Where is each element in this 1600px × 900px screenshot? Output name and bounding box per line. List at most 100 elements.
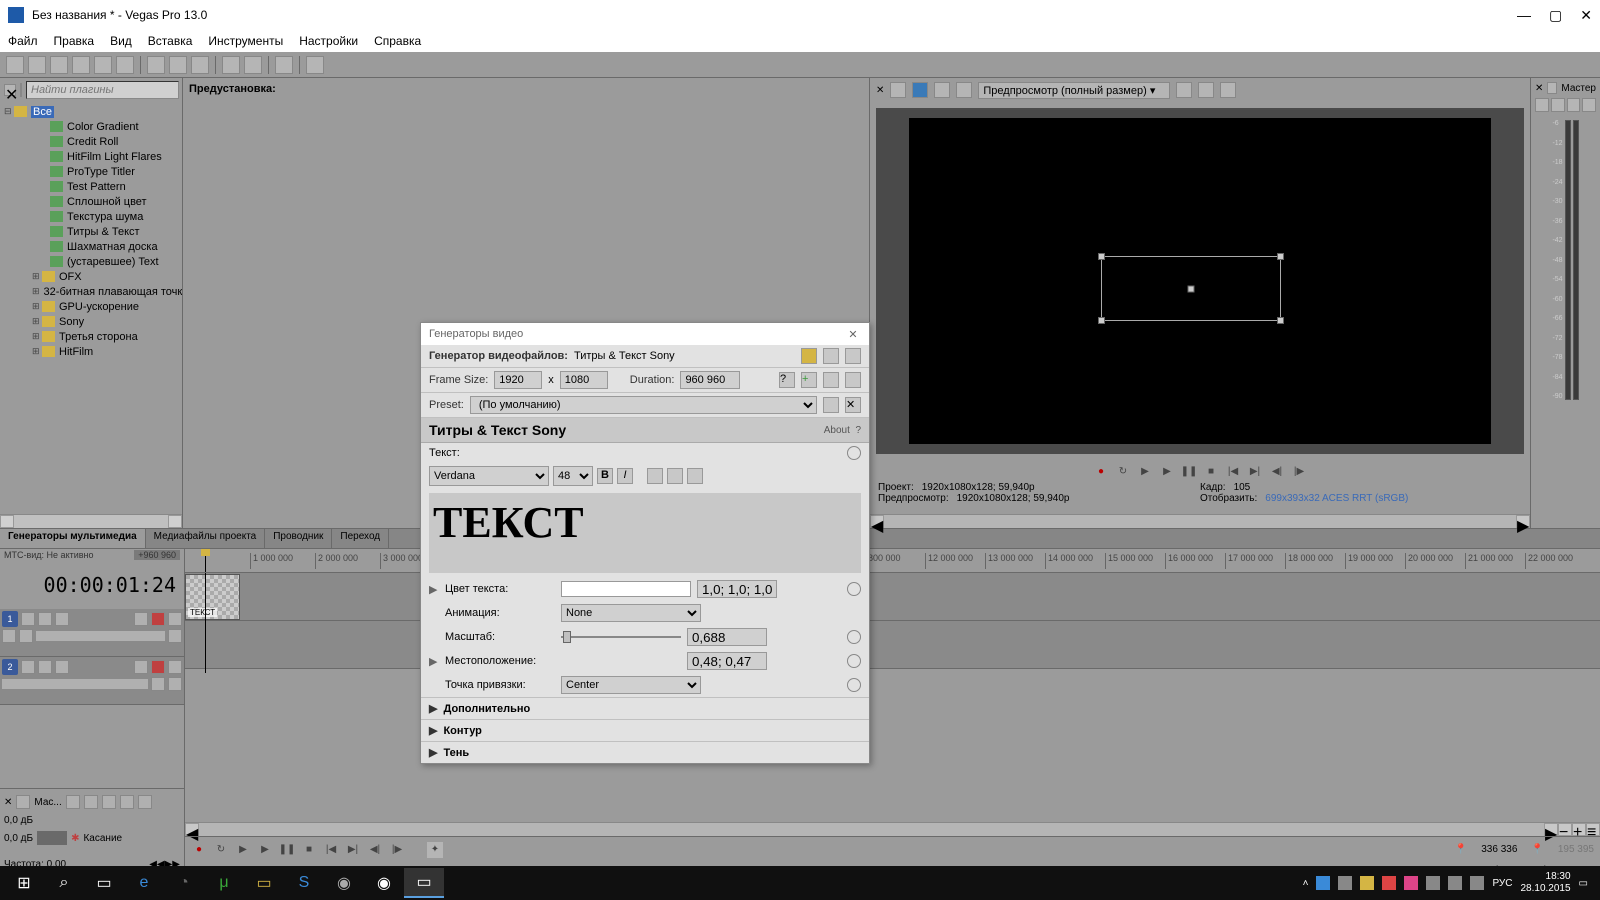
tree-fx-item[interactable]: HitFilm Light Flares (2, 149, 180, 164)
tree-fx-item[interactable]: ProType Titler (2, 164, 180, 179)
keyframe-icon[interactable] (801, 348, 817, 364)
mute-button[interactable] (151, 612, 165, 626)
go-end-button[interactable]: ▶| (1247, 463, 1263, 479)
pause-button[interactable]: ❚❚ (279, 842, 295, 858)
search-button[interactable]: ⌕ (44, 868, 84, 898)
mute-button[interactable] (151, 660, 165, 674)
tray-icon[interactable] (1404, 876, 1418, 890)
delete-icon[interactable]: ✕ (845, 397, 861, 413)
help-icon[interactable]: ? (779, 372, 795, 388)
preview-device-icon[interactable] (912, 82, 928, 98)
tree-folder[interactable]: ⊞Sony (2, 314, 180, 329)
preview-fx-icon[interactable] (956, 82, 972, 98)
mixer-btn[interactable] (120, 795, 134, 809)
mixer-btn[interactable] (138, 795, 152, 809)
textcolor-value[interactable] (697, 580, 777, 598)
master-btn-1[interactable] (1535, 98, 1549, 112)
close-panel-icon[interactable]: ✕ (4, 84, 16, 96)
menu-file[interactable]: Файл (8, 34, 38, 48)
tab-explorer[interactable]: Проводник (265, 529, 332, 548)
explorer-icon[interactable]: ▭ (244, 868, 284, 898)
network-icon[interactable] (1426, 876, 1440, 890)
expand-icon[interactable]: ▶ (429, 655, 439, 668)
align-right-button[interactable] (687, 468, 703, 484)
search-icon[interactable] (20, 83, 22, 97)
section-outline[interactable]: Контур (443, 725, 481, 737)
action-center-icon[interactable]: ▭ (1579, 878, 1588, 889)
volume-slider[interactable] (2, 679, 148, 689)
start-button[interactable]: ⊞ (4, 868, 44, 898)
track-automation-icon[interactable] (38, 612, 52, 626)
track-settings-icon[interactable] (168, 629, 182, 643)
time-ruler[interactable]: 1 000 000 2 000 000 3 000 000 000 800 00… (185, 549, 1600, 573)
track-bypass-icon[interactable] (55, 612, 69, 626)
keyframe-clock-icon[interactable] (847, 654, 861, 668)
composite-mode-icon[interactable] (2, 629, 16, 643)
horizontal-scrollbar[interactable] (0, 514, 182, 528)
loop-button[interactable]: ↻ (213, 842, 229, 858)
keyframe-clock-icon[interactable] (847, 446, 861, 460)
tree-fx-item[interactable]: Шахматная доска (2, 239, 180, 254)
tree-fx-item[interactable]: Титры & Текст (2, 224, 180, 239)
toolbar-btn-6[interactable] (116, 56, 134, 74)
video-track-header[interactable]: 1 (0, 609, 184, 657)
marker2-icon[interactable]: 📍 (1531, 844, 1543, 855)
edit-tool-button[interactable]: ✦ (427, 842, 443, 858)
taskview-button[interactable]: ▭ (84, 868, 124, 898)
skype-icon[interactable]: S (284, 868, 324, 898)
tab-transitions[interactable]: Переход (332, 529, 389, 548)
language-indicator[interactable]: РУС (1492, 878, 1512, 889)
split-screen-icon[interactable] (934, 82, 950, 98)
save-snapshot-icon[interactable] (1220, 82, 1236, 98)
audio-track-header[interactable]: 2 (0, 657, 184, 705)
notification-icon[interactable] (1470, 876, 1484, 890)
close-icon[interactable]: ✕ (4, 797, 12, 808)
align-center-button[interactable] (667, 468, 683, 484)
copy-button[interactable] (169, 56, 187, 74)
marker-icon[interactable]: 📍 (1455, 844, 1467, 855)
menu-settings[interactable]: Настройки (299, 34, 358, 48)
track-automation-icon[interactable] (38, 660, 52, 674)
play-start-button[interactable]: ▶ (235, 842, 251, 858)
overlays-icon[interactable] (1176, 82, 1192, 98)
track-fx-icon[interactable] (21, 612, 35, 626)
minimize-button[interactable]: — (1517, 7, 1531, 24)
volume-icon[interactable] (1448, 876, 1462, 890)
phase-icon[interactable] (151, 677, 165, 691)
stop-button[interactable]: ■ (1203, 463, 1219, 479)
tree-fx-item[interactable]: Сплошной цвет (2, 194, 180, 209)
tree-fx-item[interactable]: Color Gradient (2, 119, 180, 134)
new-button[interactable] (6, 56, 24, 74)
text-bounding-box[interactable] (1101, 256, 1281, 321)
pause-button[interactable]: ❚❚ (1181, 463, 1197, 479)
duration-input[interactable] (680, 371, 740, 389)
timecode[interactable]: 00:00:01:24 (0, 561, 184, 609)
next-frame-button[interactable]: |▶ (1291, 463, 1307, 479)
help-button[interactable] (306, 56, 324, 74)
play-button[interactable]: ▶ (257, 842, 273, 858)
maximize-button[interactable]: ▢ (1549, 7, 1562, 24)
text-clip[interactable]: ТЕКСТ (185, 574, 240, 620)
expand-icon[interactable]: ▶ (429, 583, 439, 596)
go-end-button[interactable]: ▶| (345, 842, 361, 858)
keyframe-clock-icon[interactable] (847, 630, 861, 644)
track-bypass-icon[interactable] (55, 660, 69, 674)
tray-icon[interactable] (1316, 876, 1330, 890)
utorrent-icon[interactable]: μ (204, 868, 244, 898)
tree-folder[interactable]: ⊞Третья сторона (2, 329, 180, 344)
textcolor-swatch[interactable] (561, 581, 691, 597)
tree-fx-item[interactable]: Текстура шума (2, 209, 180, 224)
go-start-button[interactable]: |◀ (1225, 463, 1241, 479)
menu-tools[interactable]: Инструменты (208, 34, 283, 48)
bold-button[interactable]: B (597, 468, 613, 484)
preview-scrollbar[interactable]: ◀▶ (870, 514, 1530, 528)
close-button[interactable]: ✕ (1580, 7, 1592, 24)
cut-button[interactable] (147, 56, 165, 74)
record-button[interactable]: ● (191, 842, 207, 858)
close-dialog-button[interactable]: ✕ (845, 328, 861, 341)
close-panel-icon[interactable]: ✕ (876, 85, 884, 96)
redo-button[interactable] (244, 56, 262, 74)
vegas-task-icon[interactable]: ▭ (404, 868, 444, 898)
preview-settings-icon[interactable] (890, 82, 906, 98)
timeline-empty-area[interactable] (185, 673, 1600, 822)
